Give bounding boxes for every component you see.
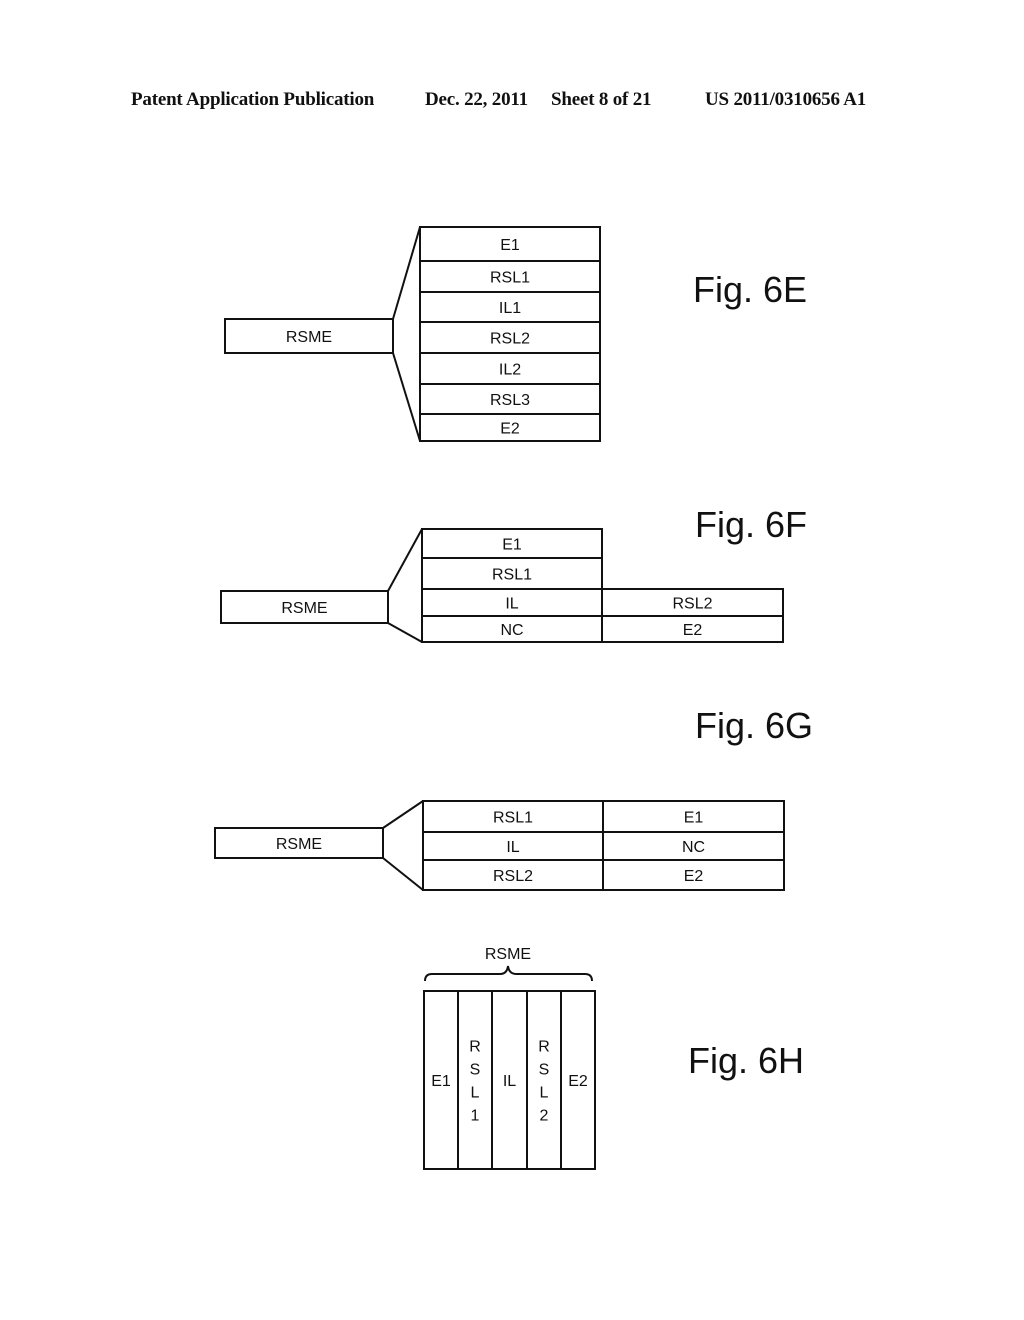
fig6f-right-rsl2-label: RSL2 [672,596,712,613]
fig6f-caption: Fig. 6F [695,504,807,545]
fig6e-layer-e2-label: E2 [500,421,520,438]
fig6h-brace [424,965,593,982]
fig6f-rsme-label: RSME [281,600,327,617]
fig6g-rsme-label: RSME [276,836,322,853]
fig6h-brace-label: RSME [485,946,531,963]
fig6h-column-e1-label: E1 [431,1073,451,1090]
fig6e-caption: Fig. 6E [693,269,807,310]
fig6e-layer-rsl2-label: RSL2 [490,331,530,348]
fig6g-left-rsl2-label: RSL2 [493,868,533,885]
fig6e-rsme-label: RSME [286,329,332,346]
figure-6e: RSME E1 RSL1 IL1 RSL2 IL2 RSL3 E2 Fig. 6E [224,226,807,442]
fig6g-right-e2-label: E2 [684,868,704,885]
fig6g-fan-upper-line [382,800,424,829]
fig6h-column-rsl2-char: L [540,1085,549,1102]
fig6e-fan-lower-line [392,352,421,442]
fig6g-caption: Fig. 6G [695,705,813,746]
fig6e-layer-il2-label: IL2 [499,362,521,379]
fig6h-column-rsl1-char: 1 [471,1108,480,1125]
fig6f-left-rsl1-label: RSL1 [492,567,532,584]
fig6f-fan-upper-line [387,528,423,592]
fig6g-fan-lower-line [382,857,424,891]
fig6f-left-nc-label: NC [500,622,523,639]
fig6f-right-e2-label: E2 [683,622,703,639]
fig6f-fan-lower-line [387,622,423,643]
figure-6h: RSMEE1RSL1ILRSL2E2Fig. 6H [423,946,804,1170]
fig6g-right-e1-label: E1 [684,810,704,827]
fig6h-caption: Fig. 6H [688,1040,804,1081]
fig6h-column-rsl2-char: R [538,1039,550,1056]
fig6e-fan-upper-line [392,226,421,320]
patent-drawing-sheet: RSMEE1RSL1IL1RSL2IL2RSL3E2Fig. 6ERSMEE1R… [214,226,813,1170]
fig6e-layer-rsl3-label: RSL3 [490,392,530,409]
fig6e-layer-il1-label: IL1 [499,300,521,317]
fig6e-layer-e1-label: E1 [500,237,520,254]
fig6e-layer-rsl1-label: RSL1 [490,270,530,287]
fig6h-column-rsl1-char: R [469,1039,481,1056]
fig6f-left-il-label: IL [505,596,518,613]
fig6h-column-il-label: IL [503,1073,516,1090]
fig6g-left-il-label: IL [506,839,519,856]
fig6h-column-rsl2-box [526,990,562,1170]
fig6h-column-rsl1-box [457,990,493,1170]
fig6h-column-e2-label: E2 [568,1073,588,1090]
fig6h-column-rsl1-char: L [471,1085,480,1102]
fig6h-column-rsl1-char: S [470,1062,481,1079]
fig6g-right-nc-label: NC [682,839,705,856]
figure-6g: RSME RSL1 IL RSL2 E1 NC E2 Fig. 6G [214,705,813,891]
fig6h-column-rsl2-char: 2 [540,1108,549,1125]
figure-6f: RSME E1 RSL1 IL NC RSL2 E2 Fig. 6F [220,504,807,643]
fig6f-left-e1-label: E1 [502,537,522,554]
fig6g-left-rsl1-label: RSL1 [493,810,533,827]
fig6h-column-rsl2-char: S [539,1062,550,1079]
